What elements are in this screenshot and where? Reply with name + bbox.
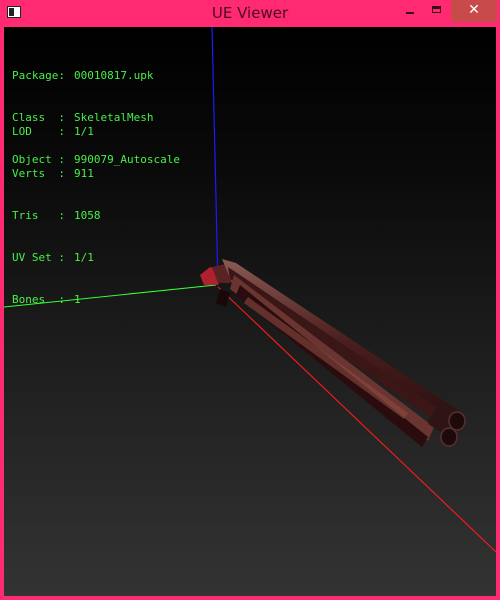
stat-key: Tris : — [12, 209, 65, 222]
stat-value: 1/1 — [74, 125, 94, 138]
close-button[interactable]: ✕ — [451, 0, 497, 22]
stat-value: 911 — [74, 167, 94, 180]
maximize-icon — [432, 6, 441, 13]
app-window: UE Viewer ✕ Package: 00010817.upk Class … — [0, 0, 500, 600]
stat-row: Verts : 911 — [12, 167, 101, 181]
stat-key: UV Set : — [12, 251, 65, 264]
stat-row: Bones : 1 — [12, 293, 101, 307]
title-bar[interactable]: UE Viewer ✕ — [0, 0, 500, 27]
minimize-button[interactable] — [397, 0, 423, 22]
mesh-stats-block: LOD : 1/1 Verts : 911 Tris : 1058 UV Set : 1… — [12, 97, 101, 335]
stat-row: UV Set : 1/1 — [12, 251, 101, 265]
3d-viewport[interactable]: Package: 00010817.upk Class : SkeletalMesh… — [4, 27, 496, 596]
info-key: Package: — [12, 69, 65, 82]
stat-key: Bones : — [12, 293, 65, 306]
stat-row: LOD : 1/1 — [12, 125, 101, 139]
stat-row: Tris : 1058 — [12, 209, 101, 223]
stat-value: 1058 — [74, 209, 101, 222]
stat-value: 1 — [74, 293, 81, 306]
muzzle-top — [448, 411, 466, 431]
maximize-button[interactable] — [424, 0, 450, 22]
z-axis-line — [211, 27, 219, 286]
stat-value: 1/1 — [74, 251, 94, 264]
info-value: 00010817.upk — [74, 69, 154, 82]
close-icon: ✕ — [468, 2, 480, 18]
skeletal-mesh — [200, 259, 466, 447]
minimize-icon — [406, 12, 414, 14]
stat-key: Verts : — [12, 167, 65, 180]
info-row: Package: 00010817.upk — [12, 69, 180, 83]
muzzle-bottom — [440, 427, 458, 447]
stat-key: LOD : — [12, 125, 65, 138]
